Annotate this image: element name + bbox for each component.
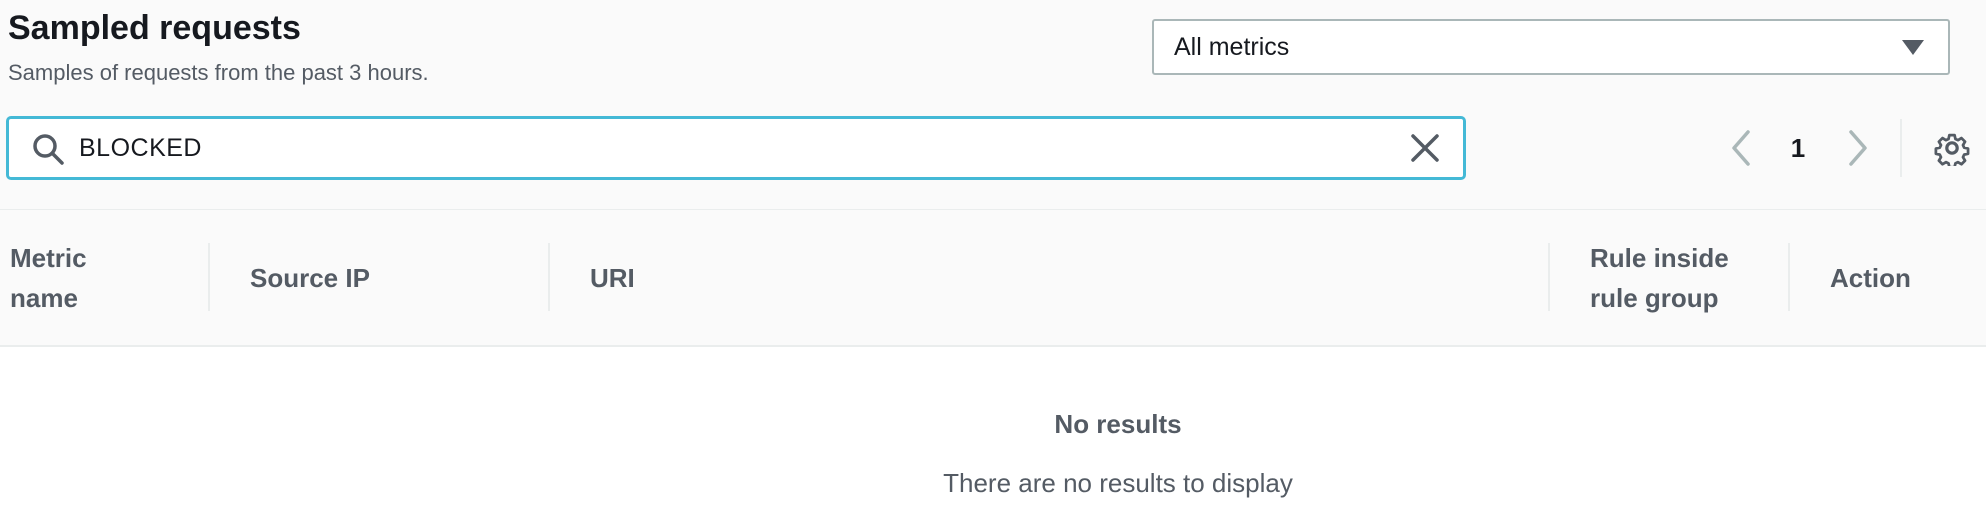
column-divider[interactable] bbox=[548, 243, 550, 311]
column-header-uri[interactable]: URI bbox=[590, 210, 1190, 346]
empty-state-description: There are no results to display bbox=[943, 468, 1293, 498]
metric-filter-select[interactable]: All metrics bbox=[1152, 19, 1950, 75]
caret-down-icon bbox=[1902, 40, 1924, 55]
search-icon bbox=[33, 134, 64, 165]
chevron-left-icon[interactable] bbox=[1726, 128, 1756, 168]
close-icon[interactable] bbox=[1409, 132, 1441, 164]
metric-filter-value: All metrics bbox=[1174, 32, 1290, 61]
column-divider[interactable] bbox=[1788, 243, 1790, 311]
gear-icon[interactable] bbox=[1934, 130, 1970, 166]
chevron-right-icon[interactable] bbox=[1843, 128, 1873, 168]
column-divider[interactable] bbox=[1548, 243, 1550, 311]
table-header: Metric name Source IP URI Rule inside ru… bbox=[0, 209, 1986, 347]
column-header-metric-name[interactable]: Metric name bbox=[10, 210, 160, 346]
column-header-rule-inside-rule-group[interactable]: Rule inside rule group bbox=[1590, 210, 1770, 346]
column-header-action[interactable]: Action bbox=[1830, 210, 1970, 346]
pagination-divider bbox=[1900, 119, 1902, 177]
column-header-source-ip[interactable]: Source IP bbox=[250, 210, 530, 346]
search-input[interactable]: BLOCKED bbox=[6, 116, 1466, 180]
current-page-number[interactable]: 1 bbox=[1786, 130, 1810, 166]
page-title: Sampled requests bbox=[8, 9, 301, 47]
page-subtitle: Samples of requests from the past 3 hour… bbox=[8, 60, 429, 85]
table-body: No results There are no results to displ… bbox=[0, 347, 1986, 528]
empty-state-title: No results bbox=[1054, 409, 1182, 439]
search-input-value: BLOCKED bbox=[79, 134, 202, 162]
column-divider[interactable] bbox=[208, 243, 210, 311]
